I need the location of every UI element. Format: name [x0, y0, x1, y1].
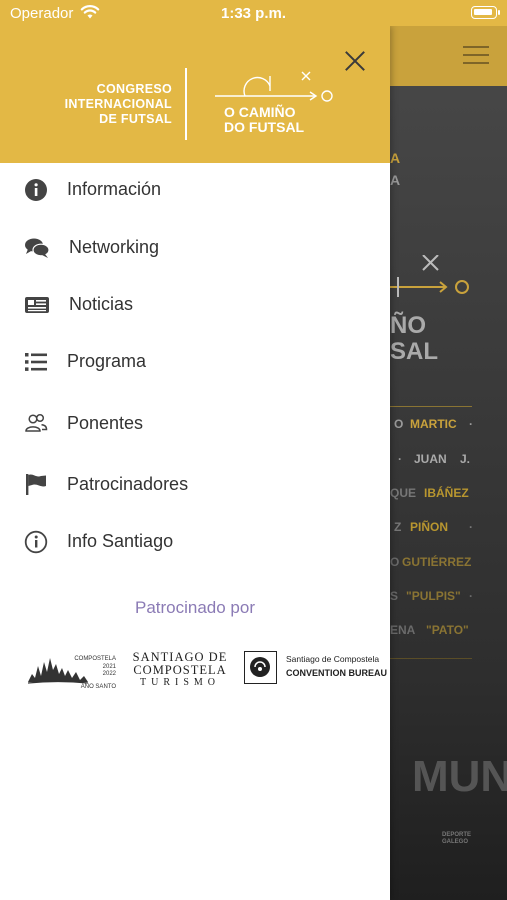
menu-item-ponentes[interactable]: Ponentes — [0, 398, 390, 448]
chat-bubbles-icon — [25, 238, 50, 258]
background-fragment: JUAN — [414, 452, 447, 466]
background-fragment: PIÑON — [410, 520, 449, 534]
menu-item-noticias[interactable]: Noticias — [0, 280, 390, 330]
background-fragment: · — [469, 520, 473, 534]
logo-line: DO FUTSAL — [224, 119, 305, 135]
menu-item-patrocinadores[interactable]: Patrocinadores — [0, 459, 390, 509]
background-fragment: ÑO — [390, 312, 426, 339]
logo-divider — [185, 68, 187, 140]
menu-item-programa[interactable]: Programa — [0, 337, 390, 387]
background-fragment: Z — [394, 520, 402, 534]
convention-bureau-logo: Santiago de Compostela CONVENTION BUREAU — [244, 650, 387, 686]
compostela-subtitle: AÑO SANTO — [80, 684, 116, 690]
background-divider — [390, 658, 472, 659]
background-fragment: SAL — [390, 338, 438, 365]
congress-logo-text: CONGRESO INTERNACIONAL DE FUTSAL — [65, 82, 172, 127]
background-menu-icon — [463, 46, 489, 66]
status-bar: Operador 1:33 p.m. — [0, 0, 507, 26]
santiago-turismo-logo: SANTIAGO DE COMPOSTELA TURISMO — [130, 651, 230, 689]
convention-line: CONVENTION BUREAU — [286, 668, 388, 678]
info-circle-icon — [25, 179, 47, 201]
compostela-name: COMPOSTELA — [74, 656, 116, 662]
background-header — [390, 26, 507, 86]
background-fragment: GUTIÉRREZ — [402, 555, 472, 569]
menu-item-info-santiago[interactable]: Info Santiago — [0, 517, 390, 567]
convention-bureau-emblem — [244, 651, 277, 684]
santiago-line: COMPOSTELA — [133, 663, 227, 677]
users-icon — [25, 413, 48, 432]
logo-line: DE FUTSAL — [99, 112, 172, 126]
background-fragment: · — [469, 589, 473, 603]
close-button[interactable] — [340, 46, 370, 76]
background-divider — [390, 406, 472, 407]
navigation-drawer: CONGRESO INTERNACIONAL DE FUTSAL O CAMIÑ… — [0, 26, 390, 900]
background-fragment: J. — [460, 452, 471, 466]
menu-item-label: Noticias — [69, 294, 134, 314]
menu-item-label: Info Santiago — [67, 531, 174, 551]
compostela-year: 2021 — [102, 664, 116, 670]
background-fragment: GALEGO — [442, 839, 469, 845]
background-fragment: · — [398, 452, 402, 466]
background-fragment: A — [390, 172, 401, 188]
background-app: A A ÑO SAL O MARTIC · · JUAN J. QUE IBÁÑ… — [390, 0, 507, 900]
compostela-year: 2022 — [102, 671, 116, 677]
menu-item-informacion[interactable]: Información — [0, 165, 390, 215]
flag-icon — [26, 474, 46, 495]
background-fragment: "PATO" — [426, 623, 469, 637]
menu-item-networking[interactable]: Networking — [0, 223, 390, 273]
santiago-line: TURISMO — [139, 677, 220, 688]
list-icon — [25, 353, 47, 371]
menu-item-label: Networking — [69, 237, 160, 257]
background-graphic — [390, 255, 469, 297]
convention-line: Santiago de Compostela — [286, 654, 380, 664]
menu-item-label: Programa — [67, 351, 147, 371]
background-fragment: MUN — [412, 752, 507, 801]
menu-item-label: Ponentes — [67, 413, 144, 433]
camino-logo-text: O CAMIÑO DO FUTSAL — [224, 105, 304, 135]
info-outline-icon — [24, 530, 48, 554]
background-fragment: S — [390, 589, 399, 603]
status-time: 1:33 p.m. — [220, 5, 287, 22]
logo-line: O CAMIÑO — [224, 104, 296, 120]
background-fragment: "PULPIS" — [406, 589, 461, 603]
background-fragment: MARTIC — [410, 417, 457, 431]
logo-line: INTERNACIONAL — [64, 97, 172, 111]
background-fragment: IBÁÑEZ — [424, 486, 469, 500]
menu-item-label: Patrocinadores — [67, 474, 189, 494]
background-fragment: O — [394, 417, 404, 431]
newspaper-icon — [25, 297, 49, 313]
background-fragment: QUE — [390, 486, 417, 500]
scallop-shell-icon — [250, 657, 270, 677]
background-fragment: O — [390, 555, 400, 569]
sponsors-title: Patrocinado por — [134, 598, 256, 617]
drawer-header: CONGRESO INTERNACIONAL DE FUTSAL O CAMIÑ… — [0, 26, 390, 163]
background-fragment: · — [469, 417, 473, 431]
battery-icon — [471, 6, 500, 19]
menu-item-label: Información — [67, 179, 162, 199]
background-fragment: A — [390, 150, 401, 166]
background-fragment: DEPORTE — [442, 832, 472, 838]
logo-line: CONGRESO — [96, 82, 172, 96]
background-fragment: ENA — [390, 623, 416, 637]
play-diagram-logo-icon — [215, 71, 333, 102]
compostela-ano-santo-logo: COMPOSTELA 2021 2022 AÑO SANTO — [28, 648, 118, 692]
